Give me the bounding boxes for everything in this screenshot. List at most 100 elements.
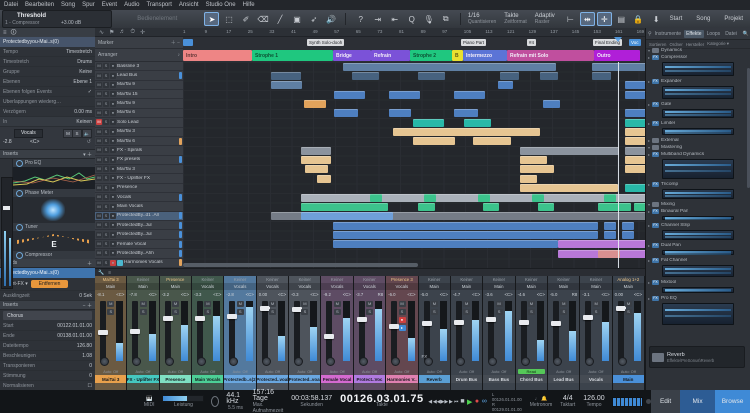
track-solo-button[interactable]: S xyxy=(103,250,109,257)
channel-name-label[interactable]: Presence xyxy=(159,375,192,383)
bus-tag[interactable]: Vocals xyxy=(14,129,43,138)
mixer-channel[interactable]: Keiner Main -4.6 <C> M S Read Chord Bus xyxy=(515,276,548,390)
channel-name-label[interactable]: Main xyxy=(612,375,644,383)
transport-nav-button[interactable]: ◀◀ xyxy=(433,396,441,407)
channel-knob[interactable] xyxy=(197,357,207,366)
pin-icon[interactable]: ⚲ xyxy=(648,31,652,37)
autoscroll-icon[interactable]: Q xyxy=(404,12,419,26)
browser-item-dual-pan[interactable]: ▸ FX Dual Pan xyxy=(648,242,749,249)
channel-output[interactable]: Vocals xyxy=(289,283,321,290)
browser-item-expander[interactable]: ▸ FX Expander xyxy=(648,78,749,85)
channel-solo-button[interactable]: S xyxy=(366,309,374,315)
track-record-button[interactable]: ● xyxy=(110,138,116,145)
clip[interactable] xyxy=(454,90,485,99)
track-header[interactable]: M S ● MaiTai 6 xyxy=(95,137,183,147)
track-solo-button[interactable]: S xyxy=(103,194,109,201)
channel-mute-button[interactable]: M xyxy=(463,301,471,307)
channel-name-label[interactable]: Reverb xyxy=(418,375,450,383)
fader-cap[interactable] xyxy=(3,206,10,210)
arranger-section[interactable]: Intermezzo xyxy=(463,50,507,61)
quantize-select[interactable]: 1/16 Quantisieren xyxy=(464,11,500,27)
channel-knob[interactable] xyxy=(617,357,627,366)
hamburger-icon[interactable]: ≡ xyxy=(3,30,7,36)
browser-sort-option[interactable]: Hersteller xyxy=(686,42,704,47)
add-insert-button[interactable]: ▾ ＋ xyxy=(83,151,92,158)
channel-pan-value[interactable]: <C> xyxy=(634,292,642,297)
channel-pan-value[interactable]: R8 xyxy=(378,292,384,297)
browser-sort-option[interactable]: Sortieren xyxy=(649,42,666,47)
track-solo-button[interactable]: S xyxy=(103,91,109,98)
talkback-mic-icon[interactable]: 🎙 xyxy=(421,12,436,26)
track-record-button[interactable]: ● xyxy=(110,184,116,191)
clip[interactable] xyxy=(464,118,491,127)
track-solo-button[interactable]: S xyxy=(103,128,109,135)
clip[interactable] xyxy=(604,193,616,202)
timesig-display[interactable]: 4/4 Taktart xyxy=(560,395,575,408)
fader-cap[interactable] xyxy=(453,320,464,326)
channel-name-label[interactable]: Protected..voal xyxy=(289,375,321,383)
arrange-tool-icon[interactable]: ♬ xyxy=(119,29,125,35)
channel-automation-mode[interactable]: Auto: Off xyxy=(548,370,579,374)
track-header[interactable]: M S ● MaiTai 3 xyxy=(95,128,183,137)
clip[interactable] xyxy=(540,71,558,80)
loop-range-display[interactable]: L 00126.01.01.00 R 00129.01.01.00 xyxy=(492,392,522,412)
record-time-display[interactable]: 157:16 Tage Max. Aufnahmezeit xyxy=(253,389,284,413)
arranger-lane[interactable]: Arranger ♪ Intro Strophe 1 Bridge Refrain Str… xyxy=(95,49,645,62)
track-record-button[interactable]: ● xyxy=(110,72,116,79)
channel-pan-value[interactable]: <C> xyxy=(278,292,286,297)
event-insert-chorus[interactable]: Chorus xyxy=(3,311,92,320)
fader-cap[interactable] xyxy=(550,321,561,326)
clip[interactable] xyxy=(520,156,547,165)
arranger-section[interactable]: Outro xyxy=(594,50,640,61)
horizontal-scrollbar[interactable] xyxy=(183,263,418,267)
browser-tab-datei[interactable]: Datei xyxy=(723,30,739,38)
clip[interactable] xyxy=(483,202,499,211)
track-record-button[interactable]: ● xyxy=(110,128,116,135)
track-record-button[interactable]: ● xyxy=(110,100,116,107)
channel-output[interactable]: Main xyxy=(580,283,612,290)
macro-control[interactable]: Threshold 1 - Compressor +3.00 dB xyxy=(2,10,113,28)
channel-name-label[interactable]: FX - Uplifter FX xyxy=(127,375,159,383)
track-header[interactable]: M S ● MaiTai 9 xyxy=(95,99,183,109)
track-solo-button[interactable]: S xyxy=(103,231,109,238)
track-height-icon[interactable]: ▤ xyxy=(614,12,629,26)
clip[interactable] xyxy=(520,174,537,183)
fader-cap[interactable] xyxy=(227,314,238,320)
timeline-ruler[interactable]: 1 9 17 25 33 41 49 57 65 73 81 89 97 105 113 121 129 137 1… xyxy=(183,28,645,37)
channel-solo-button[interactable]: S xyxy=(430,309,438,315)
channel-insert-slot[interactable]: Keiner xyxy=(224,276,255,283)
channel-name-label[interactable]: MaiTai 3 xyxy=(95,375,127,383)
clip[interactable] xyxy=(334,90,365,99)
channel-mute-button[interactable]: M xyxy=(430,301,438,307)
marker-flag[interactable]: Voc xyxy=(629,39,641,46)
clip[interactable] xyxy=(520,184,618,193)
event-param-row[interactable]: Beschleunigen 1.08 xyxy=(0,351,95,361)
clip[interactable] xyxy=(301,146,331,155)
arranger-section[interactable]: Intro xyxy=(183,50,252,61)
channel-knob[interactable] xyxy=(164,357,174,366)
tool-bend-icon[interactable]: ➶ xyxy=(306,12,321,26)
record-button[interactable]: ● xyxy=(473,396,480,407)
arrange-tool-icon[interactable]: ✛ xyxy=(140,29,145,36)
channel-automation-mode[interactable]: Auto: Off xyxy=(354,370,385,374)
channel-automation-mode[interactable]: Auto: Off xyxy=(289,370,320,374)
fader-cap[interactable] xyxy=(421,321,432,326)
song-page-button[interactable]: Song xyxy=(689,13,717,25)
menu-audio[interactable]: Audio xyxy=(124,2,139,8)
channel-name-label[interactable]: Drum Bus xyxy=(450,375,483,383)
channel-name-label[interactable]: Vocals xyxy=(580,375,612,383)
menu-bearbeiten[interactable]: Bearbeiten xyxy=(25,2,54,8)
channel-mute-button[interactable]: M xyxy=(204,301,212,307)
browser-item-mixing[interactable]: ▾ Mixing xyxy=(648,201,749,208)
raster-select[interactable]: Adaptiv Raster xyxy=(531,11,559,27)
arranger-section[interactable]: Bridge xyxy=(333,50,371,61)
arrange-tool-icon[interactable]: ⚑ xyxy=(109,29,114,36)
browse-button[interactable]: Browse xyxy=(715,390,750,413)
marker-add-remove[interactable]: ＋ − xyxy=(171,39,180,46)
track-record-button[interactable]: ● xyxy=(110,175,116,182)
arranger-section[interactable]: Strophe 2 xyxy=(410,50,452,61)
track-header[interactable]: M S ● MaiTai 9 xyxy=(95,81,183,91)
clip[interactable] xyxy=(598,249,620,258)
track-record-button[interactable]: ● xyxy=(110,156,116,163)
channel-knob[interactable] xyxy=(423,357,433,366)
